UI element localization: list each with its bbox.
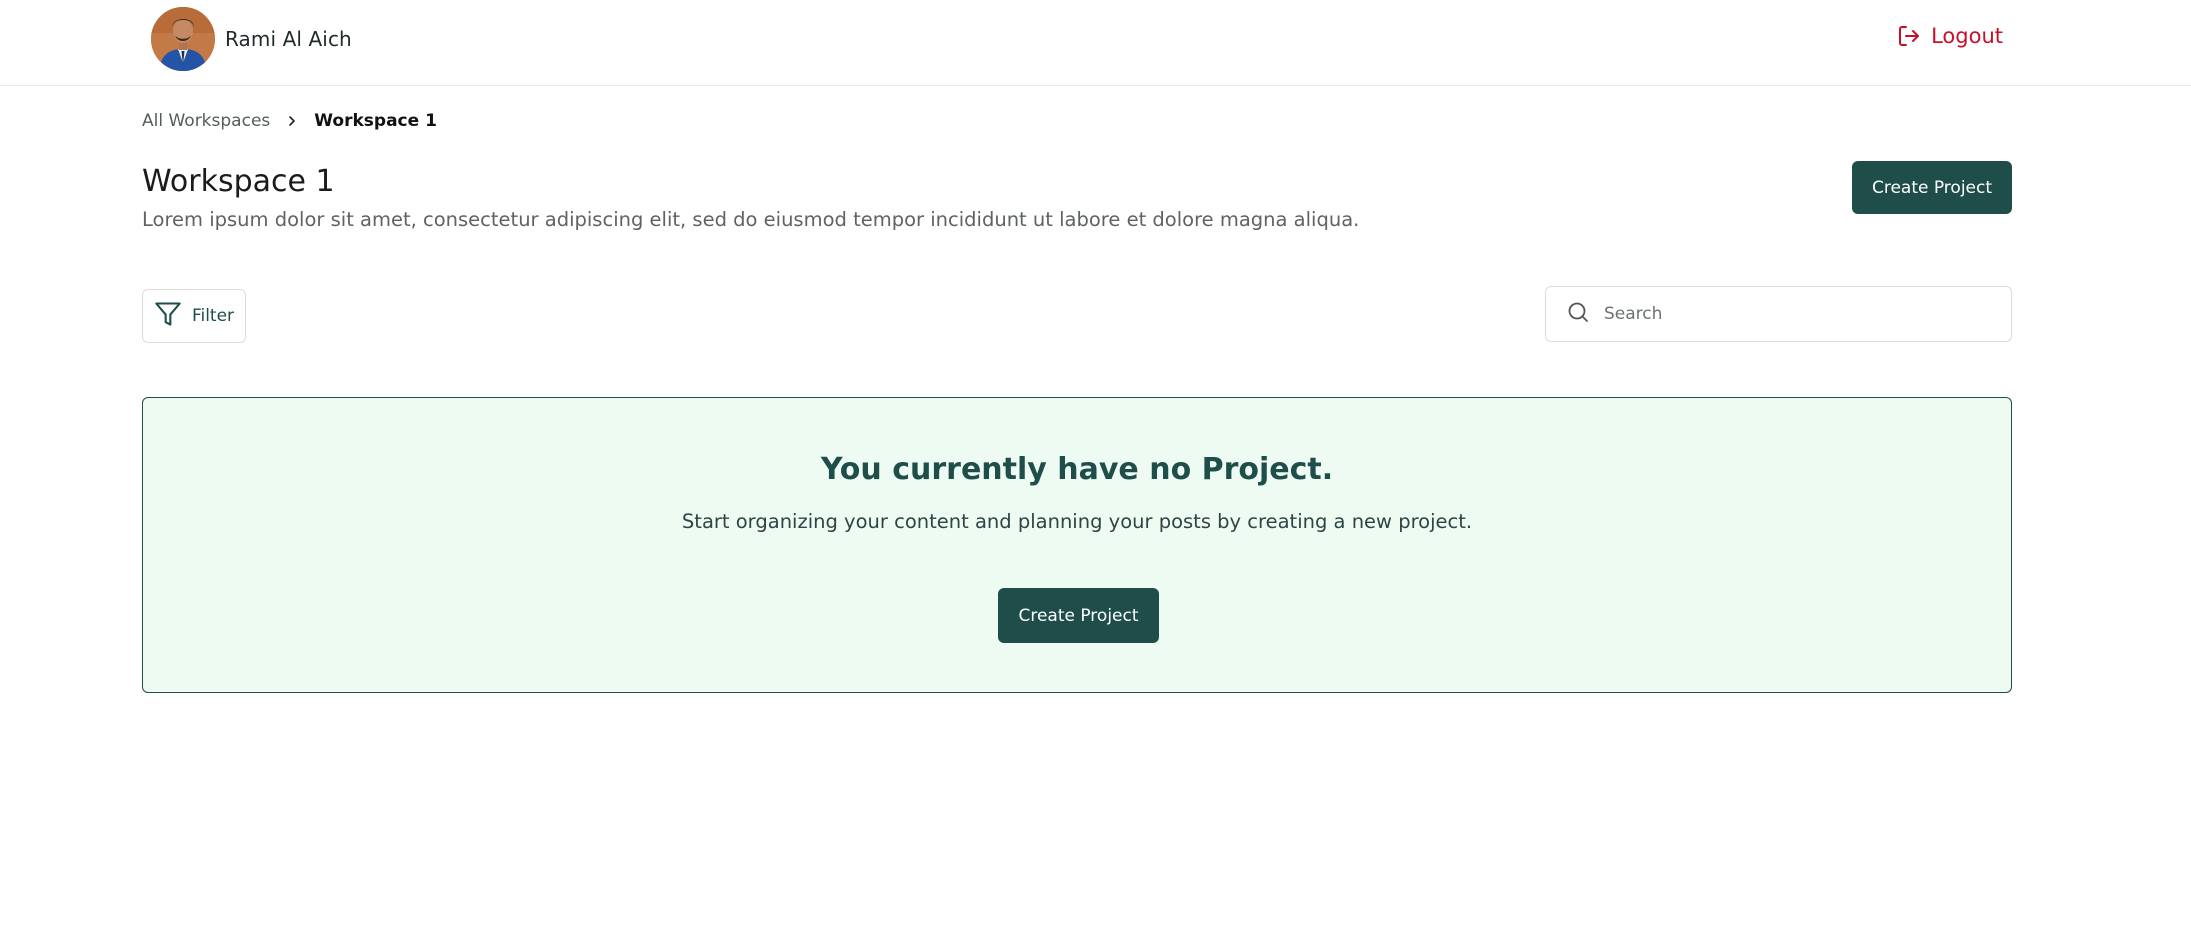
breadcrumb-current: Workspace 1 — [314, 111, 437, 131]
logout-label: Logout — [1931, 24, 2003, 48]
empty-state-create-project-button[interactable]: Create Project — [998, 588, 1159, 643]
logout-button[interactable]: Logout — [1897, 24, 2003, 48]
page-title: Workspace 1 — [142, 164, 335, 199]
filter-icon — [154, 300, 182, 333]
user-name: Rami Al Aich — [225, 27, 352, 51]
search-icon — [1566, 300, 1590, 328]
filter-button[interactable]: Filter — [142, 289, 246, 343]
chevron-right-icon — [286, 115, 298, 127]
search-box[interactable] — [1545, 286, 2012, 342]
create-project-button[interactable]: Create Project — [1852, 161, 2012, 214]
logout-icon — [1897, 24, 1921, 48]
empty-state-card: You currently have no Project. Start org… — [142, 397, 2012, 693]
breadcrumb: All Workspaces Workspace 1 — [142, 111, 437, 131]
avatar-image — [151, 7, 215, 71]
empty-state-subtitle: Start organizing your content and planni… — [681, 510, 1473, 533]
empty-state-title: You currently have no Project. — [820, 452, 1334, 487]
top-bar: Rami Al Aich Logout — [0, 0, 2191, 86]
user-profile[interactable]: Rami Al Aich — [151, 7, 352, 71]
breadcrumb-all-workspaces[interactable]: All Workspaces — [142, 111, 270, 131]
page-description: Lorem ipsum dolor sit amet, consectetur … — [142, 208, 1360, 231]
avatar[interactable] — [151, 7, 215, 71]
filter-label: Filter — [191, 306, 235, 326]
search-input[interactable] — [1604, 304, 1994, 324]
